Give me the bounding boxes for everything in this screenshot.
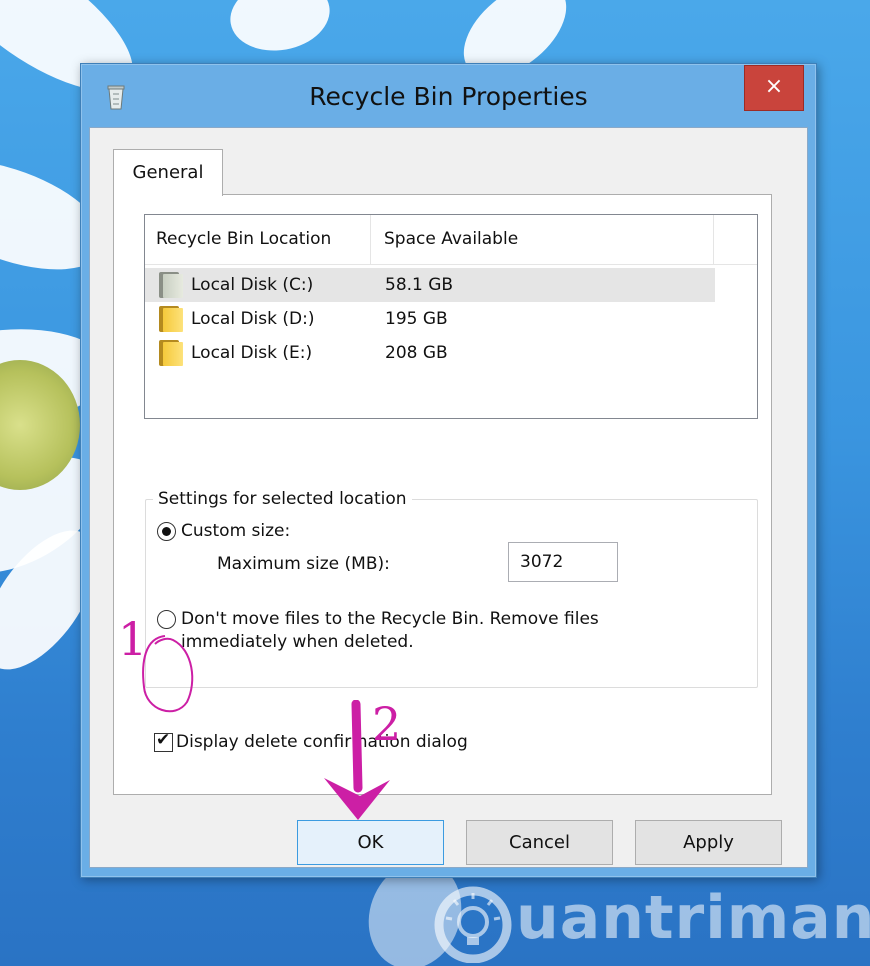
close-button[interactable]: ×: [744, 65, 804, 111]
column-header-space[interactable]: Space Available: [372, 215, 714, 264]
dont-move-label-line1[interactable]: Don't move files to the Recycle Bin. Rem…: [181, 608, 599, 630]
dont-move-label-line2[interactable]: immediately when deleted.: [181, 631, 414, 653]
list-row-c[interactable]: Local Disk (C:) 58.1 GB: [145, 268, 715, 302]
apply-button[interactable]: Apply: [635, 820, 782, 865]
dialog-client-area: General Recycle Bin Location Space Avail…: [89, 127, 808, 868]
radio-selected-dot: [162, 527, 171, 536]
display-confirmation-checkbox[interactable]: ✔: [154, 730, 173, 752]
bulb-logo-icon: [434, 886, 512, 963]
list-row-e[interactable]: Local Disk (E:) 208 GB: [145, 336, 715, 370]
settings-groupbox: Settings for selected location Custom si…: [145, 487, 758, 688]
quantrimang-watermark: uantrimang: [408, 883, 870, 963]
list-header: Recycle Bin Location Space Available: [145, 215, 757, 265]
watermark-text: uantrimang: [516, 883, 870, 953]
recycle-bin-properties-dialog: Recycle Bin Properties × General Recycle…: [80, 63, 817, 878]
drive-folder-icon: [157, 306, 183, 332]
annotation-arrow: [324, 700, 390, 820]
row-space: 58.1 GB: [385, 275, 454, 295]
custom-size-label[interactable]: Custom size:: [181, 520, 290, 542]
flower-petal: [224, 0, 336, 59]
settings-group-label: Settings for selected location: [153, 487, 412, 511]
custom-size-radio[interactable]: [157, 522, 176, 541]
annotation-circle: [142, 635, 194, 713]
row-space: 195 GB: [385, 309, 448, 329]
drive-folder-icon: [157, 340, 183, 366]
row-location: Local Disk (D:): [191, 309, 315, 329]
general-tab-panel: Recycle Bin Location Space Available Loc…: [113, 194, 772, 795]
max-size-label: Maximum size (MB):: [217, 554, 390, 574]
recycle-bin-location-list[interactable]: Recycle Bin Location Space Available Loc…: [144, 214, 758, 419]
row-location: Local Disk (E:): [191, 343, 313, 363]
column-header-location[interactable]: Recycle Bin Location: [145, 215, 371, 264]
row-location: Local Disk (C:): [191, 275, 314, 295]
row-space: 208 GB: [385, 343, 448, 363]
cancel-button[interactable]: Cancel: [466, 820, 613, 865]
max-size-input[interactable]: [508, 542, 618, 582]
checkmark-icon: ✔: [156, 730, 171, 750]
dont-move-radio[interactable]: [157, 610, 176, 629]
tab-general[interactable]: General: [113, 149, 223, 196]
title-bar[interactable]: Recycle Bin Properties ×: [81, 64, 816, 127]
drive-folder-icon: [157, 272, 183, 298]
list-row-d[interactable]: Local Disk (D:) 195 GB: [145, 302, 715, 336]
window-title: Recycle Bin Properties: [309, 82, 588, 111]
